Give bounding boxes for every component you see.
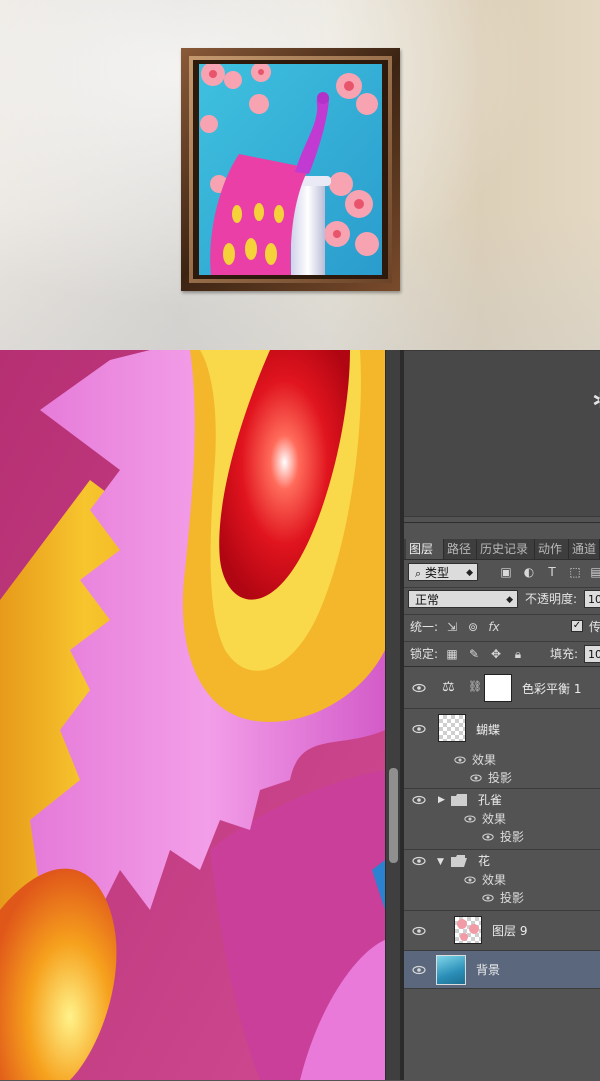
layer-row-color-balance[interactable]: ⚖ ⛓ 色彩平衡 1 (404, 667, 600, 709)
eye-icon[interactable] (412, 854, 426, 868)
layer-group-flower[interactable]: ▼ 花 效果 投影 (404, 850, 600, 911)
layer-mask-thumbnail[interactable] (484, 674, 512, 702)
select-arrows-icon: ◆ (506, 595, 513, 605)
mask-link-chain-icon: ⛓ (468, 680, 482, 693)
lock-image-brush-icon[interactable]: ✎ (466, 645, 482, 663)
eye-icon[interactable] (412, 722, 426, 736)
tab-channels[interactable]: 通道 (569, 539, 600, 559)
layer-name[interactable]: 色彩平衡 1 (522, 682, 581, 696)
layer-name[interactable]: 蝴蝶 (476, 723, 500, 737)
layer-row-background[interactable]: 背景 (404, 951, 600, 989)
folder-icon (451, 794, 467, 806)
scrollbar-thumb[interactable] (389, 768, 398, 863)
tab-paths[interactable]: 路径 (444, 539, 477, 559)
blend-mode-select[interactable]: 正常 ◆ (408, 590, 518, 608)
picture-frame (181, 48, 400, 291)
unify-label: 统一: (410, 620, 439, 634)
eye-icon[interactable] (464, 874, 476, 886)
smart-object-filter-icon[interactable]: ▤ (588, 563, 600, 581)
layer-name[interactable]: 背景 (476, 963, 500, 977)
fill-input[interactable]: 100 (584, 645, 600, 663)
layer-filter-select[interactable]: ⌕ 类型 ◆ (408, 563, 478, 581)
layer-thumbnail[interactable] (454, 916, 482, 944)
fill-label: 填充: (550, 647, 579, 661)
layer-name[interactable]: 孔雀 (478, 793, 502, 807)
lock-transparent-icon[interactable]: ▦ (444, 645, 460, 663)
adjustment-filter-icon[interactable]: ◐ (521, 563, 537, 581)
layer-name[interactable]: 花 (478, 854, 490, 868)
eye-icon[interactable] (482, 831, 494, 843)
canvas-vertical-scrollbar[interactable] (385, 350, 401, 1080)
eye-icon[interactable] (412, 924, 426, 938)
shape-filter-icon[interactable]: ⬚ (567, 563, 583, 581)
collapsed-panel (404, 351, 600, 517)
lock-label: 锁定: (410, 647, 439, 661)
drop-shadow-effect[interactable]: 投影 (500, 830, 524, 844)
layer-name[interactable]: 图层 9 (492, 924, 527, 938)
opacity-input[interactable]: 100 (584, 590, 600, 608)
collapse-triangle-icon[interactable]: ▼ (437, 856, 444, 868)
layer-thumbnail[interactable] (438, 714, 466, 742)
layer-thumbnail[interactable] (436, 955, 466, 985)
search-icon: ⌕ (415, 567, 422, 580)
layer-list: ⚖ ⛓ 色彩平衡 1 蝴蝶 效果 投影 ▶ 孔雀 效果 投影 ▼ 花 效果 投影… (404, 666, 600, 989)
effects-label: 效果 (482, 873, 507, 887)
open-folder-icon (451, 855, 467, 867)
eye-icon[interactable] (454, 754, 466, 766)
upper-panel-dock: ✲ (404, 350, 600, 523)
unify-position-icon[interactable]: ⇲ (444, 618, 460, 636)
type-filter-icon[interactable]: T (544, 563, 560, 581)
expand-triangle-icon[interactable]: ▶ (438, 794, 445, 806)
layer-group-peacock[interactable]: ▶ 孔雀 效果 投影 (404, 789, 600, 850)
tab-layers[interactable]: 图层 (406, 539, 444, 559)
tab-history[interactable]: 历史记录 (477, 539, 535, 559)
framed-artwork (199, 64, 382, 275)
eye-icon[interactable] (470, 772, 482, 784)
effects-label: 效果 (482, 812, 507, 826)
mockup-preview (0, 0, 600, 350)
unify-visibility-icon[interactable]: ⊚ (465, 618, 481, 636)
drop-shadow-effect[interactable]: 投影 (488, 771, 512, 785)
tab-actions[interactable]: 动作 (535, 539, 569, 559)
filter-type-label: 类型 (425, 566, 450, 580)
pixel-filter-icon[interactable]: ▣ (498, 563, 514, 581)
eye-icon[interactable] (412, 963, 426, 977)
panel-tabs: 图层 路径 历史记录 动作 通道 (404, 539, 600, 560)
select-arrows-icon: ◆ (466, 568, 473, 578)
eye-icon[interactable] (412, 793, 426, 807)
eye-icon[interactable] (464, 813, 476, 825)
layer-row-layer-9[interactable]: 图层 9 (404, 911, 600, 951)
drop-shadow-effect[interactable]: 投影 (500, 891, 524, 905)
blend-mode-value: 正常 (415, 593, 440, 607)
canvas-artwork (0, 350, 385, 1080)
layers-panel: 图层 路径 历史记录 动作 通道 ⌕ 类型 ◆ ▣ ◐ T ⬚ ▤ 正常 ◆ 不… (404, 522, 600, 1081)
unify-style-icon[interactable]: fx (486, 618, 502, 636)
opacity-label: 不透明度: (525, 592, 578, 606)
eye-icon[interactable] (482, 892, 494, 904)
effects-label: 效果 (472, 753, 497, 767)
eye-icon[interactable] (412, 681, 426, 695)
propagate-label: 传 (589, 620, 600, 634)
lock-position-move-icon[interactable]: ✥ (488, 645, 504, 663)
balance-adjustment-icon: ⚖ (442, 679, 455, 695)
layer-row-butterfly[interactable]: 蝴蝶 效果 投影 (404, 709, 600, 789)
panel-glyph-icon: ✲ (592, 389, 600, 414)
propagate-checkbox[interactable]: ✓ (571, 620, 583, 632)
lock-all-icon[interactable]: 🔒︎ (510, 645, 526, 663)
canvas-view[interactable] (0, 350, 385, 1080)
